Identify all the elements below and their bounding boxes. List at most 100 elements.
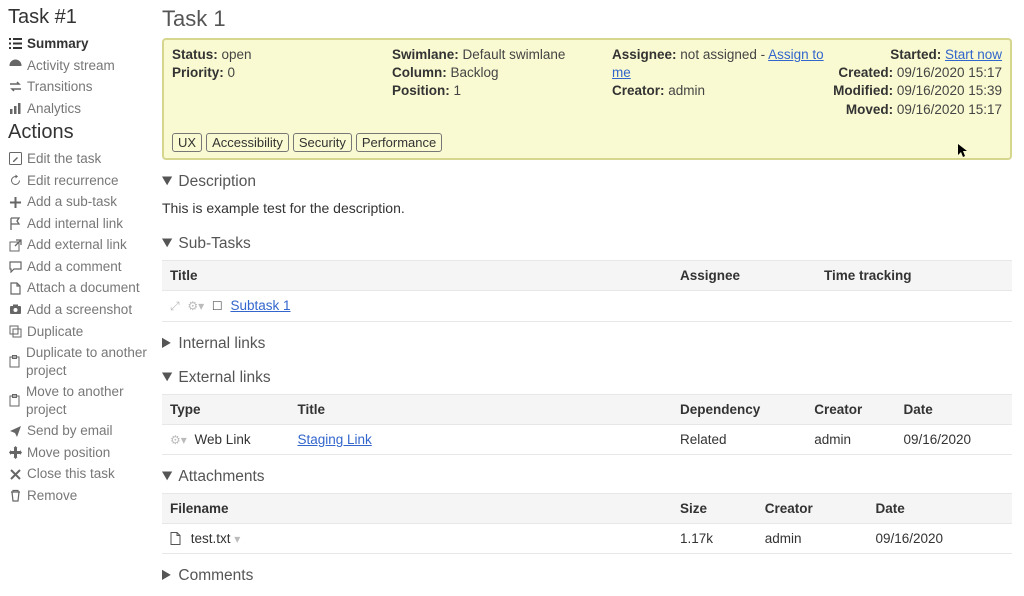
action-edit-task[interactable]: Edit the task xyxy=(8,148,152,170)
page-title: Task 1 xyxy=(162,6,1012,32)
subtasks-table: Title Assignee Time tracking ⤢ ⚙▾ ☐ Subt… xyxy=(162,260,1012,322)
ext-link[interactable]: Staging Link xyxy=(298,432,372,447)
subtask-assignee xyxy=(672,290,816,321)
attachments-header[interactable]: Attachments xyxy=(162,465,1012,489)
col-dep: Dependency xyxy=(672,394,806,424)
tag[interactable]: Performance xyxy=(356,133,442,152)
section-description: Description This is example test for the… xyxy=(162,170,1012,222)
close-icon xyxy=(8,468,22,481)
col-creator: Creator xyxy=(806,394,895,424)
refresh-icon xyxy=(8,174,22,187)
tag[interactable]: UX xyxy=(172,133,202,152)
action-label: Attach a document xyxy=(27,279,140,297)
action-label: Edit recurrence xyxy=(27,172,119,190)
comment-icon xyxy=(8,260,22,273)
description-header[interactable]: Description xyxy=(162,170,1012,194)
action-close-task[interactable]: Close this task xyxy=(8,463,152,485)
table-row: ⤢ ⚙▾ ☐ Subtask 1 xyxy=(162,290,1012,321)
action-label: Remove xyxy=(27,487,77,505)
action-duplicate[interactable]: Duplicate xyxy=(8,321,152,343)
action-duplicate-project[interactable]: Duplicate to another project xyxy=(8,342,152,381)
arrows-icon xyxy=(8,80,22,93)
col-file: Filename xyxy=(162,493,672,523)
assignee-label: Assignee: xyxy=(612,47,677,62)
table-row: ⚙▾ Web Link Staging Link Related admin 0… xyxy=(162,424,1012,454)
tag[interactable]: Security xyxy=(293,133,352,152)
status-label: Status: xyxy=(172,47,218,62)
column-label: Column: xyxy=(392,65,447,80)
action-add-subtask[interactable]: Add a sub-task xyxy=(8,191,152,213)
pencil-square-icon xyxy=(8,152,22,165)
subtask-time xyxy=(816,290,1012,321)
priority-label: Priority: xyxy=(172,65,224,80)
ext-date: 09/16/2020 xyxy=(895,424,1012,454)
move-icon xyxy=(8,446,22,459)
swimlane-value: Default swimlane xyxy=(463,47,566,62)
file-size: 1.17k xyxy=(672,523,757,553)
position-label: Position: xyxy=(392,83,450,98)
col-date: Date xyxy=(895,394,1012,424)
checkbox-icon[interactable]: ☐ xyxy=(212,299,223,313)
action-add-screenshot[interactable]: Add a screenshot xyxy=(8,299,152,321)
col-size: Size xyxy=(672,493,757,523)
ext-creator: admin xyxy=(806,424,895,454)
priority-value: 0 xyxy=(228,65,236,80)
plus-icon xyxy=(8,196,22,209)
tag[interactable]: Accessibility xyxy=(206,133,289,152)
gear-dropdown-icon[interactable]: ⚙▾ xyxy=(187,299,204,313)
expand-icon[interactable]: ⤢ xyxy=(170,299,180,313)
action-move-position[interactable]: Move position xyxy=(8,442,152,464)
section-attachments: Attachments Filename Size Creator Date t… xyxy=(162,465,1012,554)
internal-links-header[interactable]: Internal links xyxy=(162,332,1012,356)
created-label: Created: xyxy=(838,65,893,80)
action-add-internal-link[interactable]: Add internal link xyxy=(8,213,152,235)
col-time: Time tracking xyxy=(816,260,1012,290)
external-links-header[interactable]: External links xyxy=(162,366,1012,390)
action-add-comment[interactable]: Add a comment xyxy=(8,256,152,278)
sidebar-nav-analytics[interactable]: Analytics xyxy=(8,98,152,120)
action-label: Add external link xyxy=(27,236,127,254)
action-label: Close this task xyxy=(27,465,115,483)
col-date: Date xyxy=(867,493,1012,523)
subtasks-header[interactable]: Sub-Tasks xyxy=(162,232,1012,256)
action-label: Add a sub-task xyxy=(27,193,117,211)
start-now-link[interactable]: Start now xyxy=(945,47,1002,62)
section-comments: Comments xyxy=(162,564,1012,588)
col-title: Title xyxy=(162,260,672,290)
sidebar-nav-summary[interactable]: Summary xyxy=(8,33,152,55)
gear-dropdown-icon[interactable]: ⚙▾ xyxy=(170,433,187,447)
clipboard-icon xyxy=(8,355,21,368)
subtask-link[interactable]: Subtask 1 xyxy=(230,298,290,313)
action-label: Send by email xyxy=(27,422,113,440)
comments-header[interactable]: Comments xyxy=(162,564,1012,588)
task-summary-panel: Status: open Priority: 0 Swimlane: Defau… xyxy=(162,38,1012,160)
created-value: 09/16/2020 15:17 xyxy=(897,65,1002,80)
file-name[interactable]: test.txt xyxy=(191,531,231,546)
swimlane-label: Swimlane: xyxy=(392,47,459,62)
modified-value: 09/16/2020 15:39 xyxy=(897,83,1002,98)
action-remove[interactable]: Remove xyxy=(8,485,152,507)
actions-header: Actions xyxy=(8,121,152,144)
action-edit-recurrence[interactable]: Edit recurrence xyxy=(8,170,152,192)
sidebar-title: Task #1 xyxy=(8,6,152,29)
action-label: Move to another project xyxy=(26,383,152,418)
section-subtasks: Sub-Tasks Title Assignee Time tracking ⤢… xyxy=(162,232,1012,322)
sidebar-nav-label: Transitions xyxy=(27,78,93,96)
sidebar-nav-activity[interactable]: Activity stream xyxy=(8,55,152,77)
file-icon xyxy=(8,282,22,295)
col-title: Title xyxy=(290,394,673,424)
chevron-down-icon[interactable]: ▾ xyxy=(234,532,240,546)
action-add-external-link[interactable]: Add external link xyxy=(8,234,152,256)
assignee-value: not assigned - xyxy=(680,47,768,62)
action-move-project[interactable]: Move to another project xyxy=(8,381,152,420)
action-label: Add a screenshot xyxy=(27,301,132,319)
status-value: open xyxy=(222,47,252,62)
list-icon xyxy=(8,37,22,50)
file-icon xyxy=(170,532,181,545)
column-value: Backlog xyxy=(451,65,499,80)
attachments-table: Filename Size Creator Date test.txt ▾ 1.… xyxy=(162,493,1012,554)
sidebar-nav-transitions[interactable]: Transitions xyxy=(8,76,152,98)
action-attach-document[interactable]: Attach a document xyxy=(8,277,152,299)
action-send-email[interactable]: Send by email xyxy=(8,420,152,442)
started-label: Started: xyxy=(890,47,941,62)
